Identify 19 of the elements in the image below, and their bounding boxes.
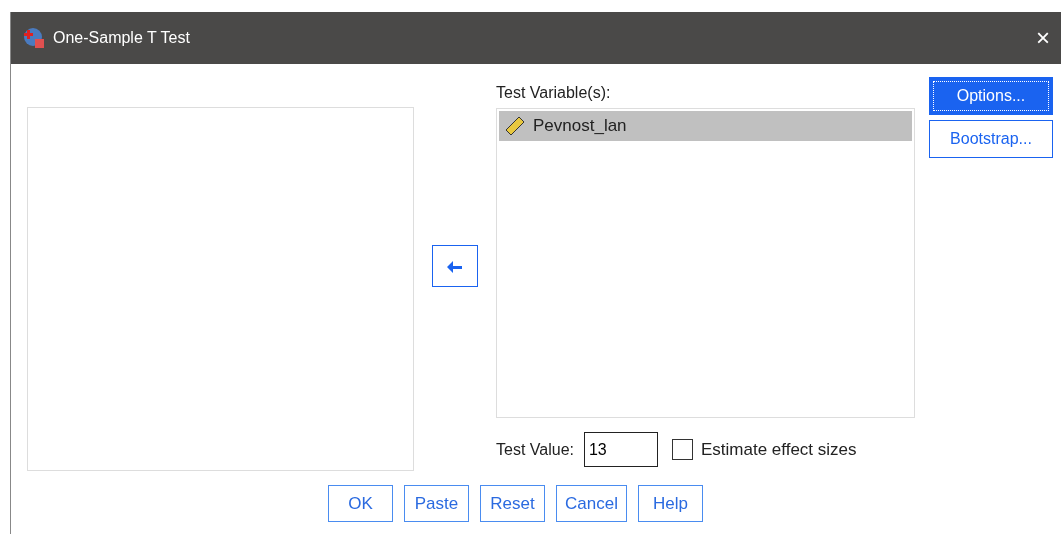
dialog-button[interactable]: Reset (480, 485, 545, 522)
window-title: One-Sample T Test (53, 29, 191, 47)
checkbox[interactable] (671, 439, 693, 460)
test-variables-label: Test Variable(s): (496, 84, 612, 102)
side-button[interactable]: Options... (929, 77, 1053, 115)
test-variable-list[interactable]: Pevnost_lan (496, 108, 915, 418)
test-value-field[interactable]: 13 (583, 432, 658, 467)
close-button[interactable]: × (1036, 24, 1050, 52)
test-value-label: Test Value: (496, 440, 574, 459)
side-button[interactable]: Bootstrap... (929, 120, 1053, 158)
dialog-button[interactable]: Cancel (556, 485, 627, 522)
app-icon (23, 27, 45, 49)
ruler-icon (505, 116, 525, 136)
dialog-button[interactable]: Help (637, 485, 703, 522)
dialog-button[interactable]: OK (328, 485, 393, 522)
move-button[interactable] (432, 245, 478, 287)
checkbox-label: Estimate effect sizes (700, 439, 857, 460)
variable-item[interactable]: Pevnost_lan (499, 111, 912, 141)
dialog-button[interactable]: Paste (404, 485, 469, 522)
